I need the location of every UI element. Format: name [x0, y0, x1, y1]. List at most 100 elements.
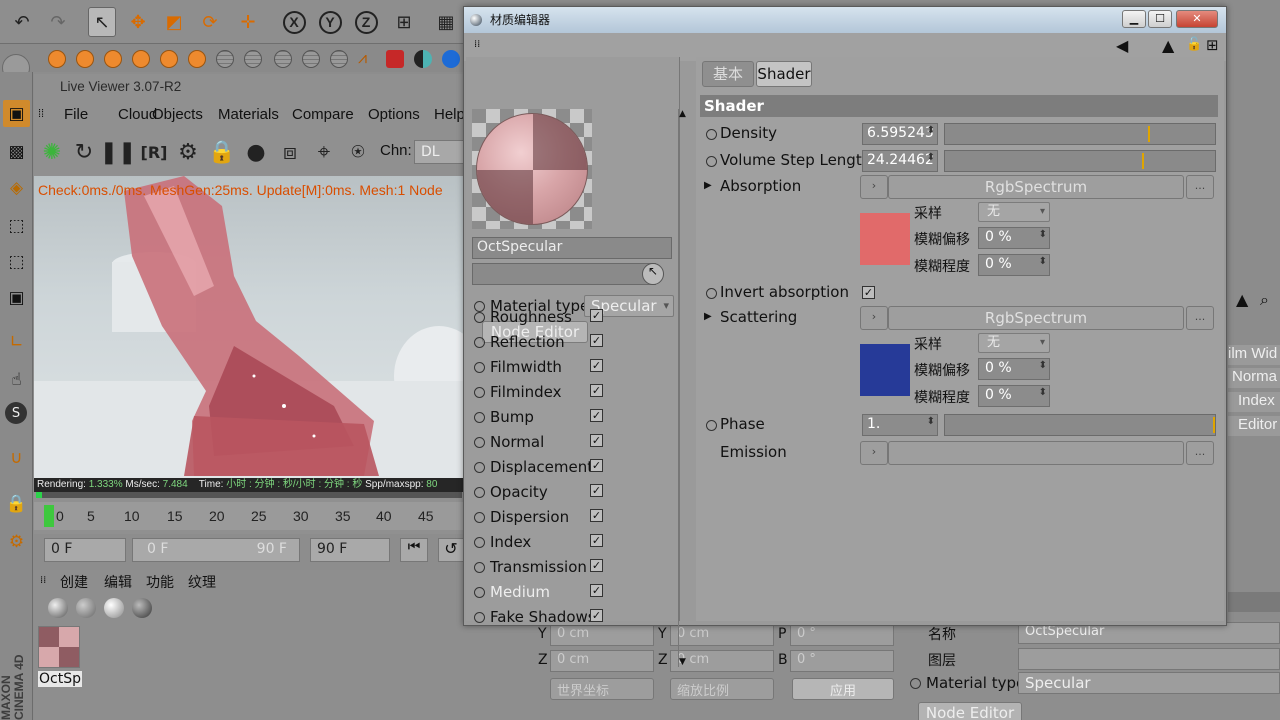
channel-row[interactable]: Roughness ✓ — [474, 307, 674, 331]
radio-icon[interactable] — [474, 412, 485, 423]
search-icon[interactable]: ⌕ — [1260, 290, 1269, 310]
channel-select[interactable]: DL — [414, 140, 464, 164]
channel-row[interactable]: Index ✓ — [474, 532, 674, 556]
render-view-icon[interactable]: ▦ — [432, 7, 460, 37]
density-field[interactable]: 6.595243 — [862, 123, 938, 145]
channel-row[interactable]: Opacity ✓ — [474, 482, 674, 506]
rotate-tool-icon[interactable]: ⟳ — [196, 7, 224, 37]
radio-icon[interactable] — [474, 587, 485, 598]
expand-arrow-icon[interactable]: ▶ — [704, 180, 712, 191]
radio-icon[interactable] — [474, 562, 485, 573]
octane-blue-icon[interactable] — [442, 50, 460, 68]
material-sub-field[interactable] — [472, 263, 656, 285]
invert-absorption-checkbox[interactable]: ✓ — [862, 286, 875, 299]
points-mode-icon[interactable]: ⬚ — [3, 212, 30, 239]
phase-slider[interactable] — [944, 414, 1216, 436]
snap-icon[interactable]: S — [5, 402, 27, 424]
lock-icon[interactable]: 🔓 — [1186, 37, 1202, 52]
channel-row[interactable]: Transmission ✓ — [474, 557, 674, 581]
channel-checkbox[interactable]: ✓ — [590, 534, 603, 547]
layer-field[interactable] — [1018, 648, 1280, 670]
back-arrow-icon[interactable]: ◀ — [1116, 36, 1128, 55]
material-ball-icon[interactable] — [48, 598, 68, 618]
render-icon[interactable] — [132, 50, 150, 68]
scale-dropdown[interactable]: 缩放比例 — [670, 678, 774, 700]
radio-icon[interactable] — [474, 312, 485, 323]
menu-objects[interactable]: Objects — [152, 106, 203, 123]
frame-icon[interactable]: ⧈ — [276, 138, 304, 166]
absorption-color-swatch[interactable] — [860, 213, 910, 265]
channel-row[interactable]: Dispersion ✓ — [474, 507, 674, 531]
z-axis-icon[interactable]: Z — [352, 7, 380, 37]
scattering-more-button[interactable]: ... — [1186, 306, 1214, 330]
record-icon[interactable] — [386, 50, 404, 68]
absorption-arrow-button[interactable]: › — [860, 175, 888, 199]
channel-checkbox[interactable]: ✓ — [590, 509, 603, 522]
radio-icon[interactable] — [706, 156, 717, 167]
render-icon[interactable] — [160, 50, 178, 68]
radio-icon[interactable] — [910, 678, 921, 689]
playhead[interactable] — [44, 505, 54, 527]
radio-icon[interactable] — [474, 512, 485, 523]
tab-shader[interactable]: Shader — [756, 61, 812, 87]
menu-create[interactable]: 创建 — [60, 572, 88, 592]
lock-icon[interactable]: 🔒 — [3, 490, 30, 517]
lock-icon[interactable]: 🔒 — [208, 138, 236, 166]
settings-gear-icon[interactable]: ⚙ — [174, 138, 202, 166]
volume-step-slider[interactable] — [944, 150, 1216, 172]
radio-icon[interactable] — [474, 612, 485, 623]
volume-step-field[interactable]: 24.24462 — [862, 150, 938, 172]
render-icon[interactable] — [48, 50, 66, 68]
channel-row[interactable]: Fake Shadows ✓ — [474, 607, 674, 631]
magnet-icon[interactable]: ∪ — [3, 444, 30, 471]
new-panel-icon[interactable]: ⊞ — [1206, 36, 1219, 54]
blur-offset-field[interactable]: 0 % — [978, 358, 1050, 380]
material-type-dropdown[interactable]: Specular — [1018, 672, 1280, 694]
scattering-color-swatch[interactable] — [860, 344, 910, 396]
channel-row[interactable]: Filmwidth ✓ — [474, 357, 674, 381]
scale-tool-icon[interactable]: ◩ — [160, 7, 188, 37]
channel-row[interactable]: Filmindex ✓ — [474, 382, 674, 406]
gear-icon[interactable]: ⚙ — [3, 528, 30, 555]
region-render-icon[interactable]: [R] — [140, 138, 168, 166]
radio-icon[interactable] — [474, 487, 485, 498]
world-coords-dropdown[interactable]: 世界坐标 — [550, 678, 654, 700]
send-scene-icon[interactable]: ✺ — [38, 138, 66, 166]
material-ball-icon[interactable] — [76, 598, 96, 618]
polygons-mode-icon[interactable]: ▣ — [3, 284, 30, 311]
model-mode-icon[interactable]: ▣ — [3, 100, 30, 127]
restart-icon[interactable]: ↻ — [70, 138, 98, 166]
end-frame-field[interactable]: 90 F — [310, 538, 390, 562]
emission-more-button[interactable]: ... — [1186, 441, 1214, 465]
material-ball-icon[interactable] — [104, 598, 124, 618]
coordinate-system-icon[interactable]: ⊞ — [390, 7, 418, 37]
maximize-button[interactable]: ☐ — [1148, 10, 1172, 28]
node-editor-button[interactable]: Node Editor — [918, 702, 1022, 720]
tweak-icon[interactable]: ☝ — [3, 366, 30, 393]
cursor-icon[interactable]: ↖ — [642, 263, 664, 285]
radio-icon[interactable] — [706, 129, 717, 140]
density-slider[interactable] — [944, 123, 1216, 145]
channel-checkbox[interactable]: ✓ — [590, 309, 603, 322]
channel-checkbox[interactable]: ✓ — [590, 484, 603, 497]
blur-amount-field[interactable]: 0 % — [978, 385, 1050, 407]
radio-icon[interactable] — [474, 462, 485, 473]
menu-edit[interactable]: 编辑 — [104, 572, 132, 592]
redo-icon[interactable]: ↷ — [44, 7, 72, 37]
radio-icon[interactable] — [474, 537, 485, 548]
render-icon[interactable] — [76, 50, 94, 68]
radio-icon[interactable] — [474, 437, 485, 448]
material-ball-icon[interactable] — [132, 598, 152, 618]
radio-icon[interactable] — [474, 337, 485, 348]
channel-scrollbar[interactable]: ▲ ▼ — [678, 109, 686, 667]
up-arrow-icon[interactable]: ▲ — [1162, 36, 1174, 55]
select-tool-icon[interactable]: ↖ — [88, 7, 116, 37]
channel-row[interactable]: Normal ✓ — [474, 432, 674, 456]
menu-help[interactable]: Help — [434, 106, 465, 123]
menu-file[interactable]: File — [64, 106, 88, 123]
channel-checkbox[interactable]: ✓ — [590, 334, 603, 347]
right-item[interactable]: Norma — [1228, 368, 1280, 388]
channel-row[interactable]: Displacement ✓ — [474, 457, 674, 481]
timeline-ruler[interactable]: 0 5 10 15 20 25 30 35 40 45 — [34, 502, 464, 530]
render-icon[interactable] — [104, 50, 122, 68]
